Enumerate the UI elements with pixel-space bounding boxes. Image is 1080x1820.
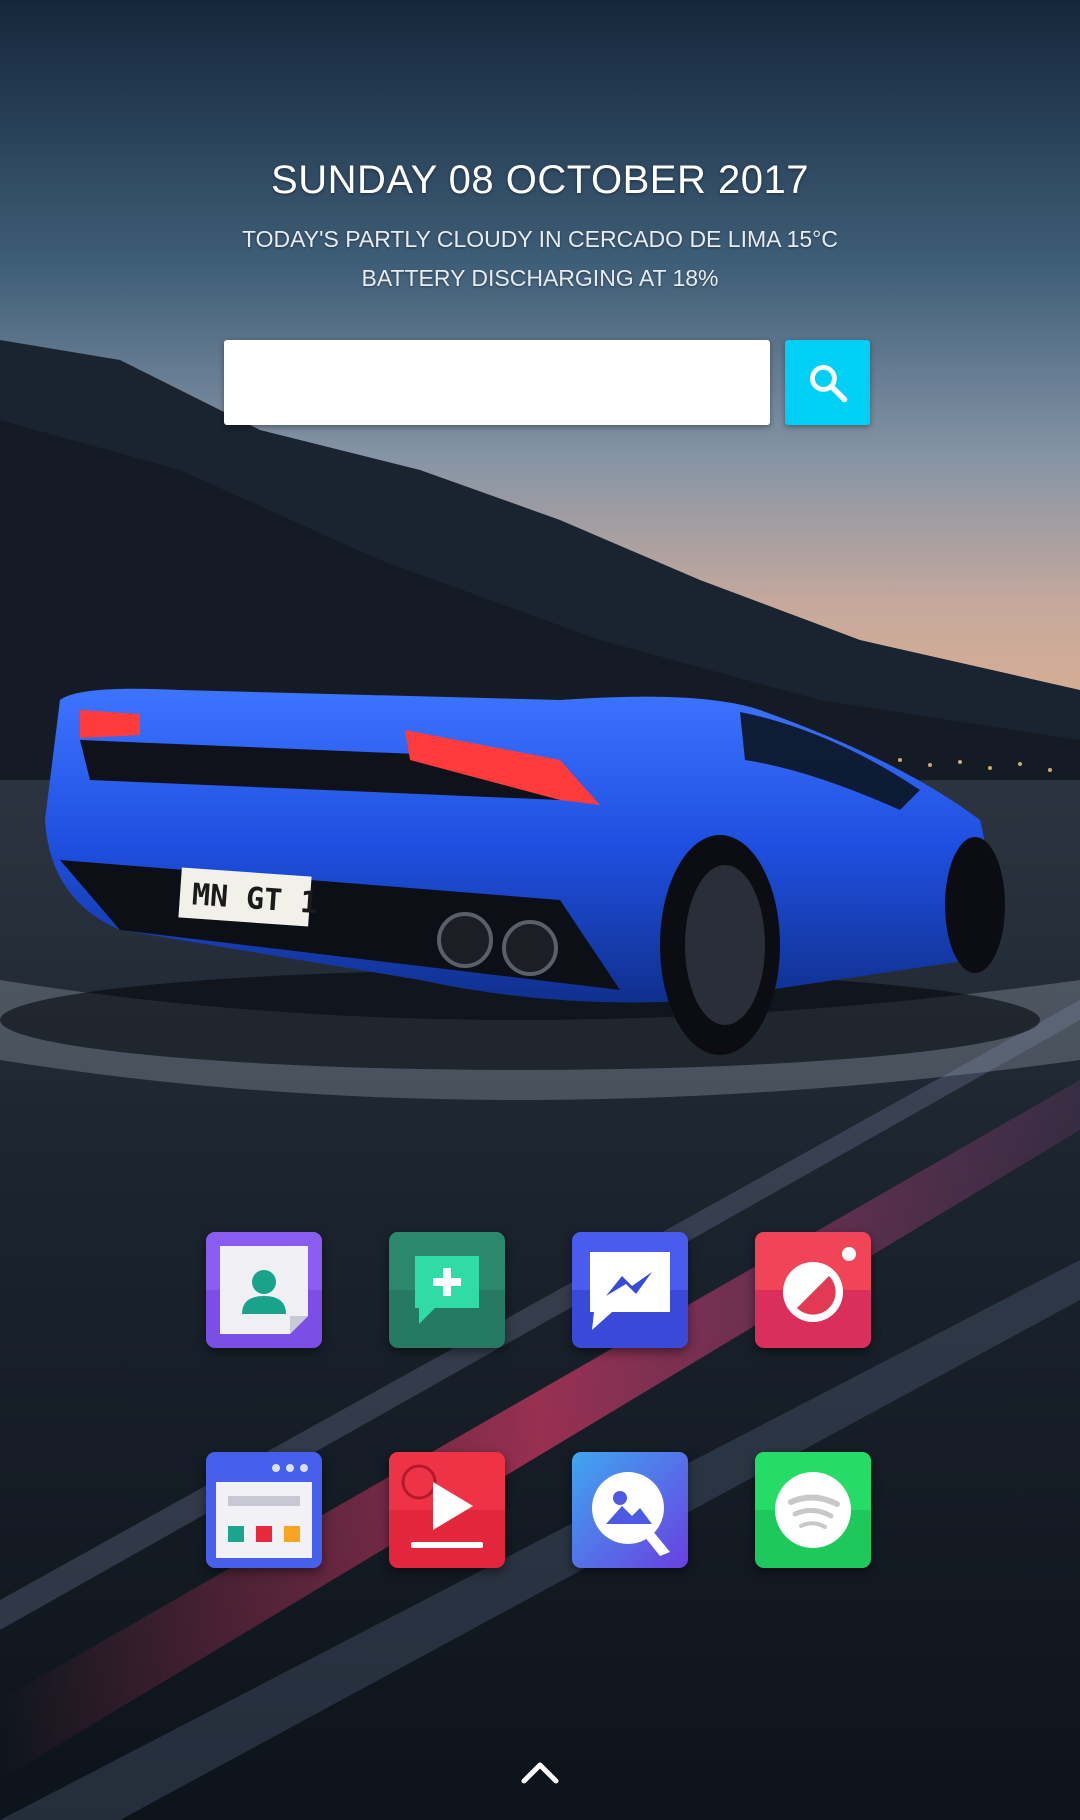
date-label: SUNDAY 08 OCTOBER 2017 [271, 158, 809, 202]
spotify-icon [755, 1452, 871, 1568]
search-button[interactable] [785, 340, 870, 425]
weather-label: TODAY'S PARTLY CLOUDY IN CERCADO DE LIMA… [241, 226, 838, 252]
app-camera[interactable] [755, 1232, 871, 1348]
contacts-icon [206, 1232, 322, 1348]
browser-icon [206, 1452, 322, 1568]
app-drawer-button[interactable] [510, 1752, 570, 1792]
messenger-icon [572, 1232, 688, 1348]
battery-status-label: BATTERY DISCHARGING AT 18% [361, 265, 719, 291]
app-gallery[interactable] [572, 1452, 688, 1568]
search-input[interactable] [224, 340, 770, 425]
app-browser[interactable] [206, 1452, 322, 1568]
app-video-player[interactable] [389, 1452, 505, 1568]
app-messenger[interactable] [572, 1232, 688, 1348]
gallery-icon [572, 1452, 688, 1568]
home-screen: MN GT 1 SUNDAY 08 OCTOBER 2017 TODAY'S P… [0, 0, 1080, 1820]
app-new-message[interactable] [389, 1232, 505, 1348]
chevron-up-icon [521, 1762, 559, 1784]
search-icon [809, 364, 847, 402]
camera-icon [755, 1232, 871, 1348]
app-spotify[interactable] [755, 1452, 871, 1568]
app-contacts[interactable] [206, 1232, 322, 1348]
play-icon [389, 1452, 505, 1568]
message-add-icon [389, 1232, 505, 1348]
